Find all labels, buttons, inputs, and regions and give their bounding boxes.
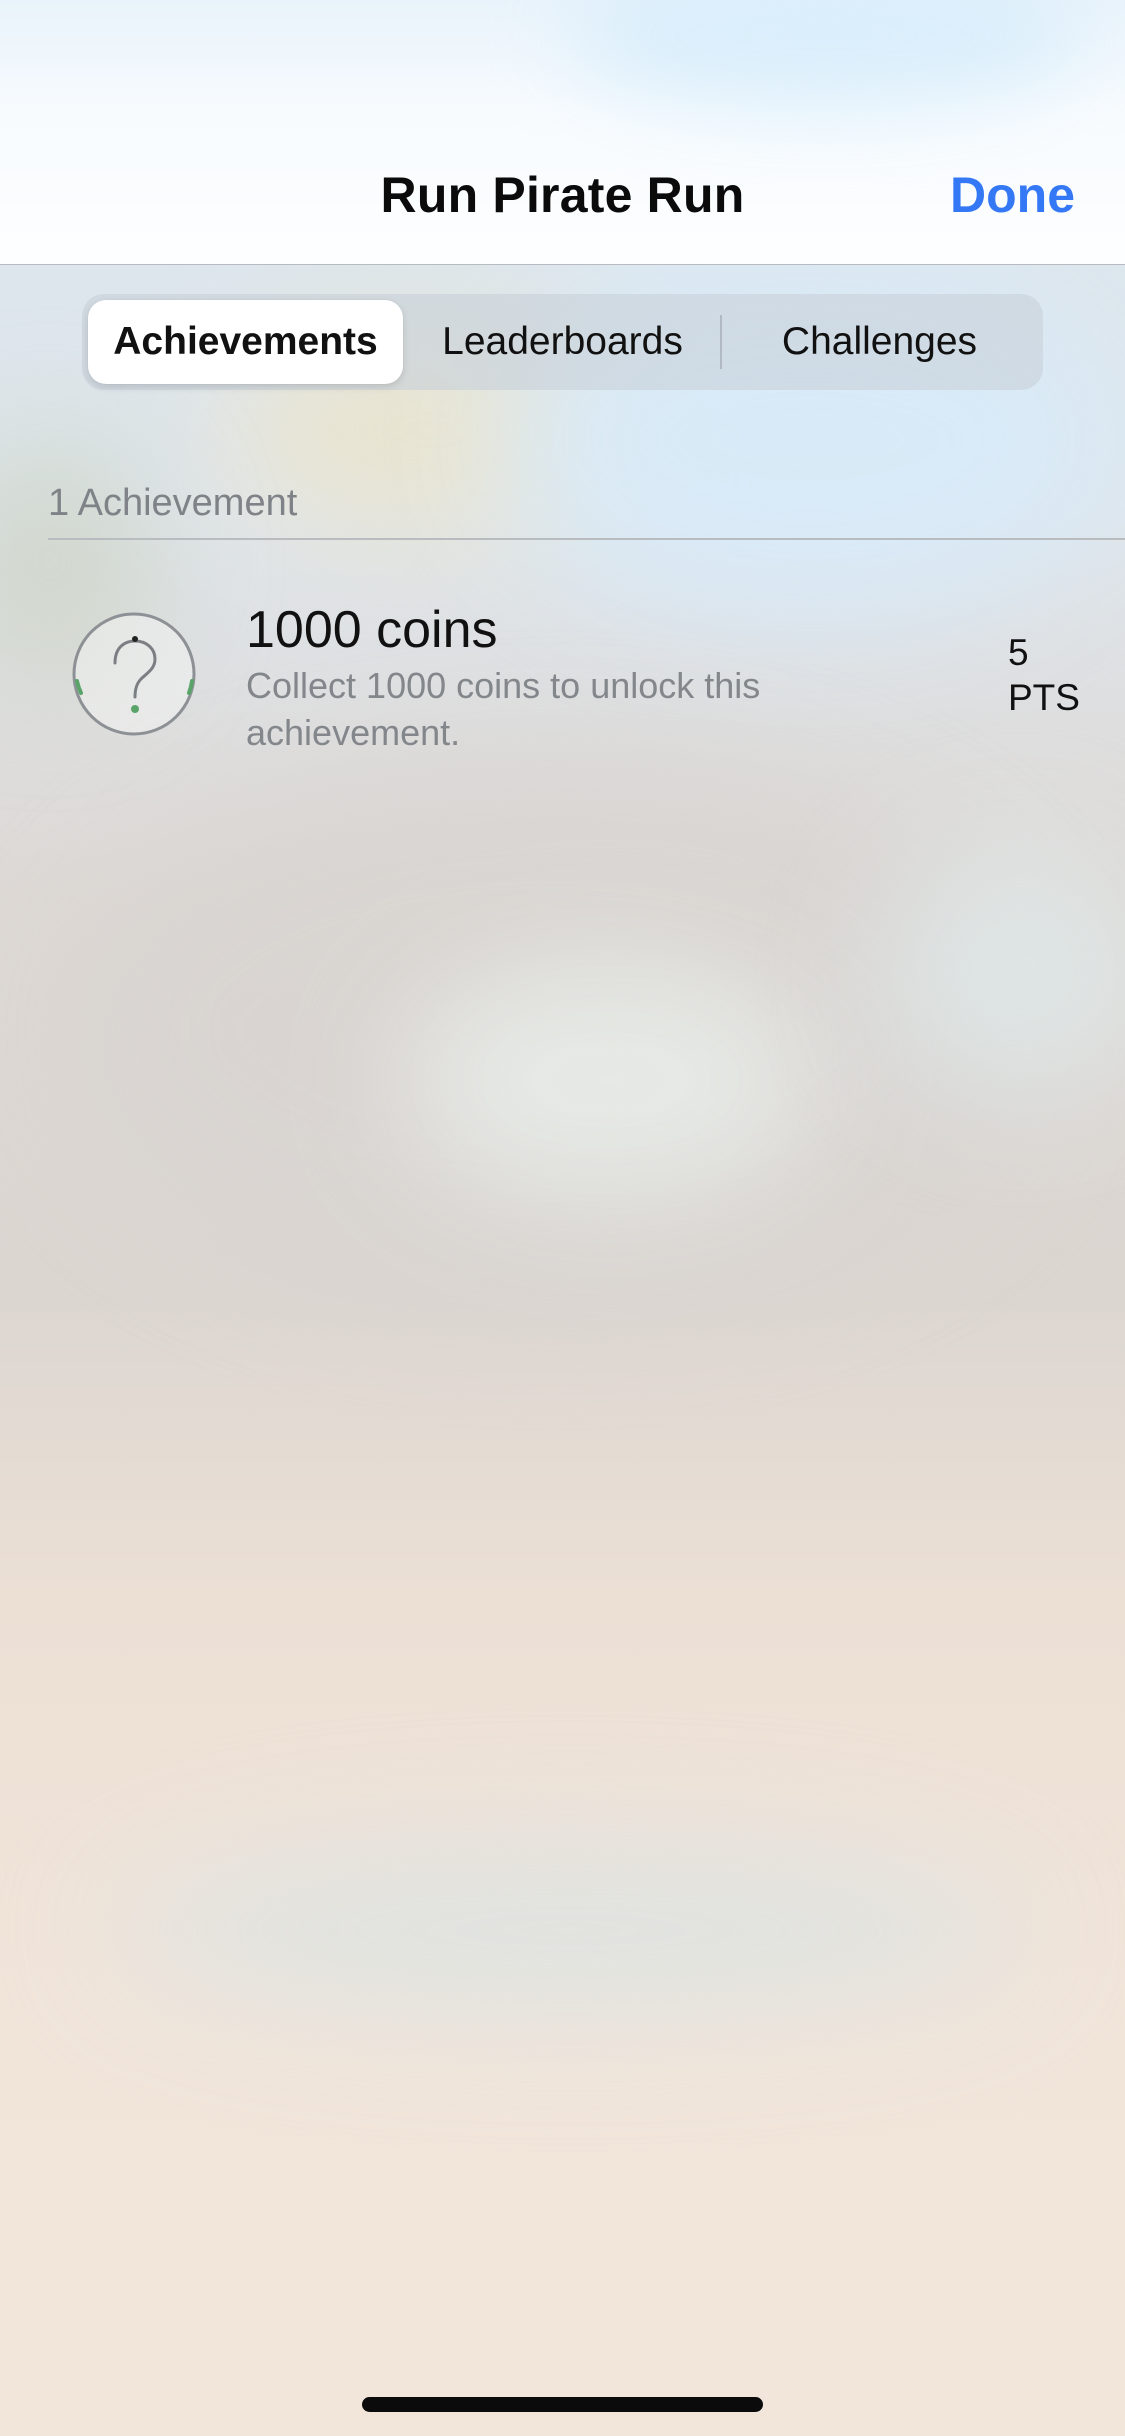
navigation-bar: Run Pirate Run Done — [0, 0, 1125, 265]
done-button[interactable]: Done — [950, 166, 1075, 224]
achievement-title: 1000 coins — [246, 601, 498, 659]
achievement-points: 5 PTS — [1008, 630, 1080, 720]
tab-achievements[interactable]: Achievements — [88, 300, 403, 384]
points-value: 5 — [1008, 632, 1029, 673]
home-indicator[interactable] — [362, 2397, 763, 2412]
tab-challenges[interactable]: Challenges — [722, 300, 1037, 384]
tab-leaderboards[interactable]: Leaderboards — [405, 300, 720, 384]
section-header: 1 Achievement — [48, 482, 298, 524]
question-mark-icon — [72, 612, 196, 736]
achievement-description: Collect 1000 coins to unlock this achiev… — [246, 665, 761, 753]
segmented-control: Achievements Leaderboards Challenges — [82, 294, 1043, 390]
points-unit: PTS — [1008, 677, 1080, 718]
achievement-row[interactable]: 1000 coins Collect 1000 coins to unlock … — [0, 540, 1125, 770]
